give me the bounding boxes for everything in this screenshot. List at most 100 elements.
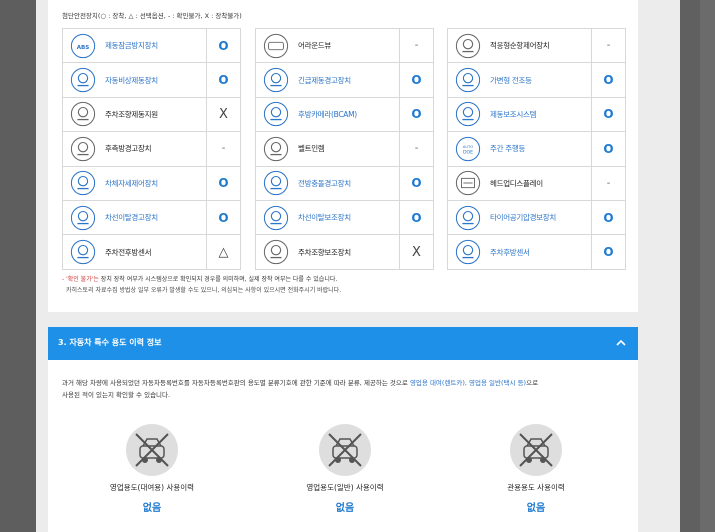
safety-device-row: 주차조향제동지원 X [63,97,240,133]
around-view-icon [262,32,290,60]
daytime-running-light-icon: AUTO DOE [454,135,482,163]
safety-device-status: X [206,97,240,132]
svg-text:ABS: ABS [77,44,90,50]
safety-device-row: 주차후방센서 O [448,235,625,270]
usage-history-item: 관용용도 사용이력 없음 [481,424,591,514]
usage-history-value: 없음 [335,503,355,514]
safety-device-status: - [206,132,240,166]
lane-keep-assist-icon [262,204,290,232]
safety-device-status: - [399,29,433,63]
safety-device-name: 주차조향제동지원 [105,109,158,119]
safety-device-name: 차선이탈경고장치 [105,213,158,223]
safety-device-row: 자동비상제동장치 O [63,63,240,98]
safety-device-status: O [591,97,625,132]
parking-assist-icon [262,238,290,266]
safety-device-name: 차체자세제어장치 [105,178,158,188]
taxi-icon [319,424,371,476]
forward-collision-icon [262,169,290,197]
adaptive-headlight-icon [454,66,482,94]
safety-device-row: 타이어공기압경보장치 O [448,200,625,236]
safety-device-name: 전방충돌경고장치 [298,178,351,188]
usage-history-label: 영업용도(대여용) 사용이력 [109,483,195,492]
svg-text:DOE: DOE [463,150,473,156]
safety-device-row: 주차전후방센서 △ [63,235,240,270]
safety-device-name: 주차후방센서 [490,247,530,257]
safety-column-2: 어라운드뷰 - 긴급제동경고장치 O 후방카메라(BCAM) O 벨트인렘 - 전방충돌경고장치… [255,28,434,270]
safety-column-1: ABS 제동잠금방지장치 O 자동비상제동장치 O 주차조향제동지원 X 후측방경고장치 - 차체… [62,28,241,270]
tire-pressure-icon [454,204,482,232]
safety-device-status: O [591,200,625,235]
usage-description: 과거 해당 차량에 사용되었던 자동차등록번호를 자동차등록번호판의 용도별 분… [62,379,539,387]
safety-device-status: O [206,29,240,63]
safety-device-name: 주간 주행등 [490,144,526,154]
safety-device-status: O [206,200,240,235]
safety-device-status: O [399,97,433,132]
safety-device-row: ABS 제동잠금방지장치 O [63,29,240,64]
safety-device-name: 타이어공기압경보장치 [490,213,556,223]
safety-device-row: 헤드업디스플레이 - [448,166,625,201]
error-note: 카히스토리 자료수집 방법상 일부 오류가 발생할 수도 있으니, 의심되는 사… [66,287,342,294]
safety-device-name: 주차조향보조장치 [298,247,351,257]
usage-description-line2: 사용된 적이 있는지 확인할 수 있습니다. [62,391,171,399]
safety-device-name: 후방카메라(BCAM) [298,109,357,119]
usage-history-item: 영업용도(대여용) 사용이력 없음 [97,424,207,514]
safety-device-name: 헤드업디스플레이 [490,178,543,188]
emergency-brake-icon [69,66,97,94]
emergency-brake-warning-icon [262,66,290,94]
chevron-up-icon[interactable] [614,336,628,350]
belt-pretension-icon [262,135,290,163]
safety-device-status: O [591,63,625,97]
safety-device-row: 적응형순항제어장치 - [448,29,625,64]
section-3-title: 3. 자동차 특수 용도 이력 정보 [58,338,162,347]
safety-column-3: 적응형순항제어장치 - 가변형 전조등 O 제동보조시스템 O AUTO DOE 주간 주행등 O… [447,28,626,270]
lane-departure-icon [69,204,97,232]
safety-device-status: - [399,132,433,166]
usage-history-value: 없음 [142,503,162,514]
adaptive-cruise-icon [454,32,482,60]
safety-device-row: 후방카메라(BCAM) O [256,97,433,133]
safety-device-status: O [399,166,433,200]
safety-device-name: 후측방경고장치 [105,144,152,154]
safety-device-row: 주차조향보조장치 X [256,235,433,270]
safety-device-row: 전방충돌경고장치 O [256,166,433,201]
safety-device-row: 후측방경고장치 - [63,132,240,167]
safety-device-name: 차선이탈보조장치 [298,213,351,223]
rear-camera-icon [262,100,290,128]
safety-device-row: 가변형 전조등 O [448,63,625,98]
section-3-header[interactable]: 3. 자동차 특수 용도 이력 정보 [48,327,638,360]
safety-device-name: 벨트인렘 [298,144,325,154]
safety-device-status: O [206,63,240,97]
safety-device-status: O [591,132,625,166]
parking-front-sensor-icon [69,238,97,266]
safety-device-row: 차선이탈경고장치 O [63,200,240,236]
rear-parking-sensor-icon [454,238,482,266]
safety-legend: 첨단안전장치(○ : 장착, △ : 선택옵션, - : 확인불가, X : 장… [62,12,242,20]
scrollbar-track[interactable] [700,0,715,532]
safety-device-status: O [399,63,433,97]
parking-steering-icon [69,100,97,128]
safety-device-name: 제동잠금방지장치 [105,41,158,51]
safety-device-status: O [206,166,240,200]
safety-device-row: 차선이탈보조장치 O [256,200,433,236]
rear-side-warning-icon [69,135,97,163]
safety-device-name: 가변형 전조등 [490,75,532,85]
brake-assist-icon [454,100,482,128]
safety-device-name: 긴급제동경고장치 [298,75,351,85]
safety-device-status: △ [206,235,240,269]
safety-device-status: X [399,235,433,269]
usage-history-item: 영업용도(일반) 사용이력 없음 [290,424,400,514]
safety-device-status: O [399,200,433,235]
safety-device-row: 어라운드뷰 - [256,29,433,64]
abs-icon: ABS [69,32,97,60]
safety-device-status: O [591,235,625,269]
safety-device-row: 차체자세제어장치 O [63,166,240,201]
head-up-display-icon [454,169,482,197]
safety-device-row: 긴급제동경고장치 O [256,63,433,98]
safety-device-row: 벨트인렘 - [256,132,433,167]
usage-history-value: 없음 [526,503,546,514]
safety-device-name: 제동보조시스템 [490,109,537,119]
stability-control-icon [69,169,97,197]
usage-history-label: 관용용도 사용이력 [507,483,565,492]
safety-device-status: - [591,29,625,63]
rental-car-icon [126,424,178,476]
